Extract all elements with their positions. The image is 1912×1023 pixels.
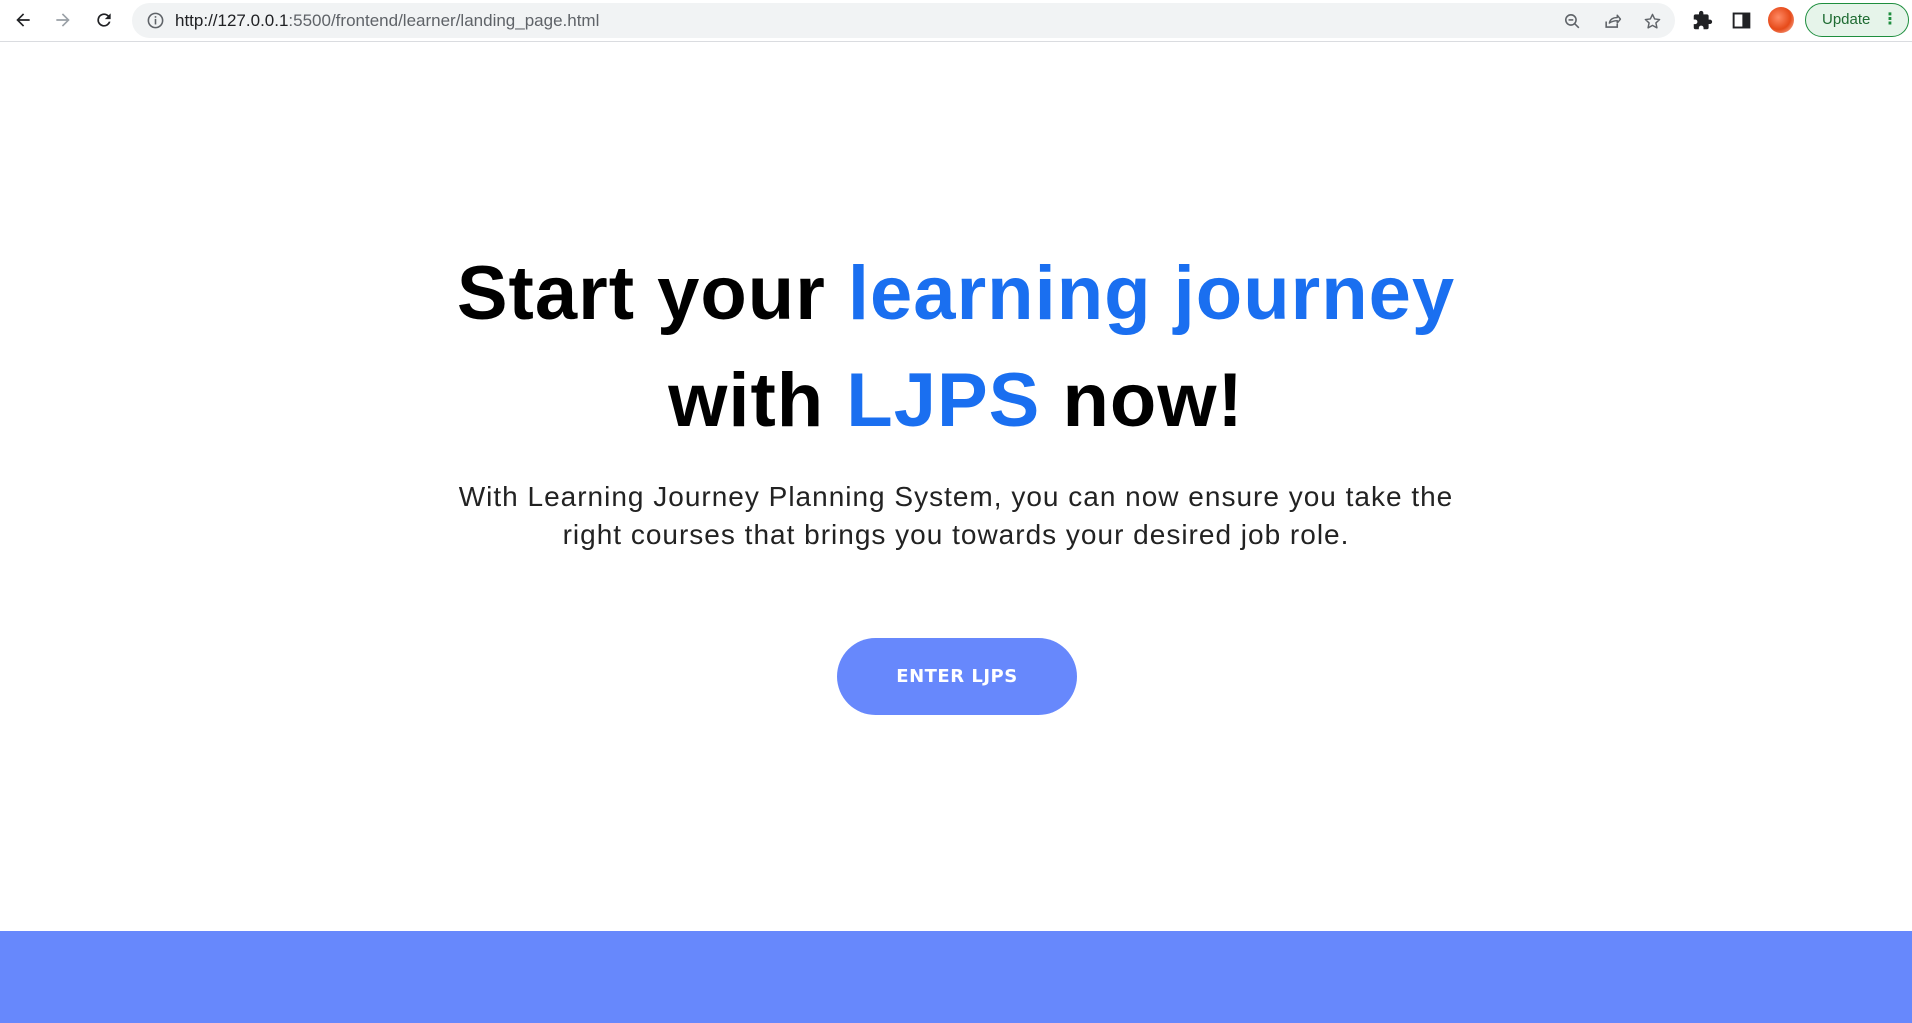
url-host: http://127.0.0.1 xyxy=(175,11,289,30)
forward-button[interactable] xyxy=(48,5,78,35)
side-panel-button[interactable] xyxy=(1729,8,1753,32)
bookmark-button[interactable] xyxy=(1641,10,1663,32)
arrow-left-icon xyxy=(16,13,30,27)
headline-highlight-ljps: LJPS xyxy=(846,358,1041,443)
reload-icon xyxy=(97,13,111,27)
headline-part-1: Start your xyxy=(456,251,848,336)
enter-ljps-button[interactable]: ENTER LJPS xyxy=(837,638,1077,715)
arrow-right-icon xyxy=(56,13,70,27)
headline-part-3: with xyxy=(668,358,847,443)
zoom-button[interactable] xyxy=(1561,10,1583,32)
profile-avatar[interactable] xyxy=(1768,7,1794,33)
footer-band xyxy=(0,931,1912,1023)
update-button[interactable]: Update ⋮ xyxy=(1805,3,1909,37)
star-icon xyxy=(1644,13,1660,29)
hero-description: With Learning Journey Planning System, y… xyxy=(458,481,1454,550)
hero-section: Start your learning journey with LJPS no… xyxy=(0,42,1912,931)
url-text[interactable]: http://127.0.0.1:5500/frontend/learner/l… xyxy=(175,3,599,38)
browser-toolbar: http://127.0.0.1:5500/frontend/learner/l… xyxy=(0,0,1912,42)
back-button[interactable] xyxy=(8,5,38,35)
puzzle-icon xyxy=(1693,10,1712,29)
reload-button[interactable] xyxy=(89,5,119,35)
side-panel-icon xyxy=(1732,12,1750,28)
url-path: :5500/frontend/learner/landing_page.html xyxy=(288,11,600,30)
zoom-out-icon xyxy=(1564,13,1579,28)
menu-dots-icon: ⋮ xyxy=(1882,11,1898,28)
headline-highlight-learning-journey: learning journey xyxy=(847,251,1456,336)
headline-part-5: now! xyxy=(1040,358,1244,443)
share-icon xyxy=(1604,13,1621,28)
update-label: Update xyxy=(1822,11,1871,28)
hero-headline: Start your learning journey with LJPS no… xyxy=(456,240,1456,454)
share-button[interactable] xyxy=(1601,10,1623,32)
info-icon[interactable] xyxy=(146,11,165,30)
extensions-button[interactable] xyxy=(1690,8,1714,32)
address-bar[interactable]: http://127.0.0.1:5500/frontend/learner/l… xyxy=(132,3,1675,38)
